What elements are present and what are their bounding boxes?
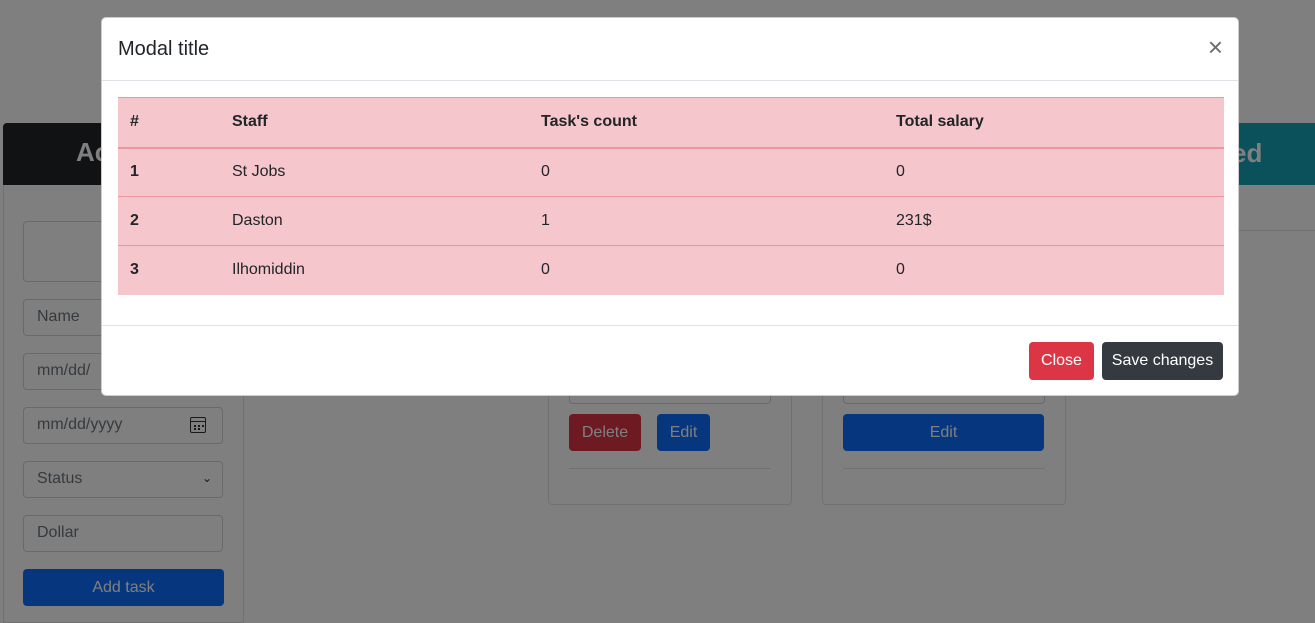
staff-table: # Staff Task's count Total salary 1 St J… — [118, 97, 1224, 295]
total-salary: 231$ — [896, 212, 932, 229]
column-header-staff: Staff — [232, 113, 268, 131]
modal-header: Modal title × — [102, 18, 1238, 81]
table-row: 3 Ilhomiddin 0 0 — [118, 246, 1224, 295]
total-salary: 0 — [896, 163, 905, 181]
total-salary: 0 — [896, 261, 905, 279]
row-number: 3 — [130, 261, 139, 279]
column-header-tasks-count: Task's count — [541, 113, 637, 131]
task-count: 0 — [541, 261, 550, 279]
staff-modal: Modal title × # Staff Task's count Total… — [101, 17, 1239, 396]
modal-body: # Staff Task's count Total salary 1 St J… — [118, 97, 1224, 295]
task-count: 0 — [541, 163, 550, 181]
close-button[interactable]: Close — [1029, 342, 1094, 380]
staff-name: Daston — [232, 212, 283, 229]
staff-name: Ilhomiddin — [232, 261, 305, 279]
column-header-number: # — [130, 113, 139, 131]
modal-title: Modal title — [118, 38, 210, 60]
modal-footer: Close Save changes — [102, 325, 1238, 396]
task-count: 1 — [541, 212, 550, 229]
table-row: 2 Daston 1 231$ — [118, 197, 1224, 246]
row-number: 1 — [130, 163, 139, 181]
table-header-row: # Staff Task's count Total salary — [118, 97, 1224, 148]
staff-name: St Jobs — [232, 163, 286, 181]
column-header-total-salary: Total salary — [896, 113, 984, 131]
save-changes-button[interactable]: Save changes — [1102, 342, 1223, 380]
table-row: 1 St Jobs 0 0 — [118, 148, 1224, 197]
close-icon[interactable]: × — [1208, 34, 1223, 60]
row-number: 2 — [130, 212, 139, 229]
